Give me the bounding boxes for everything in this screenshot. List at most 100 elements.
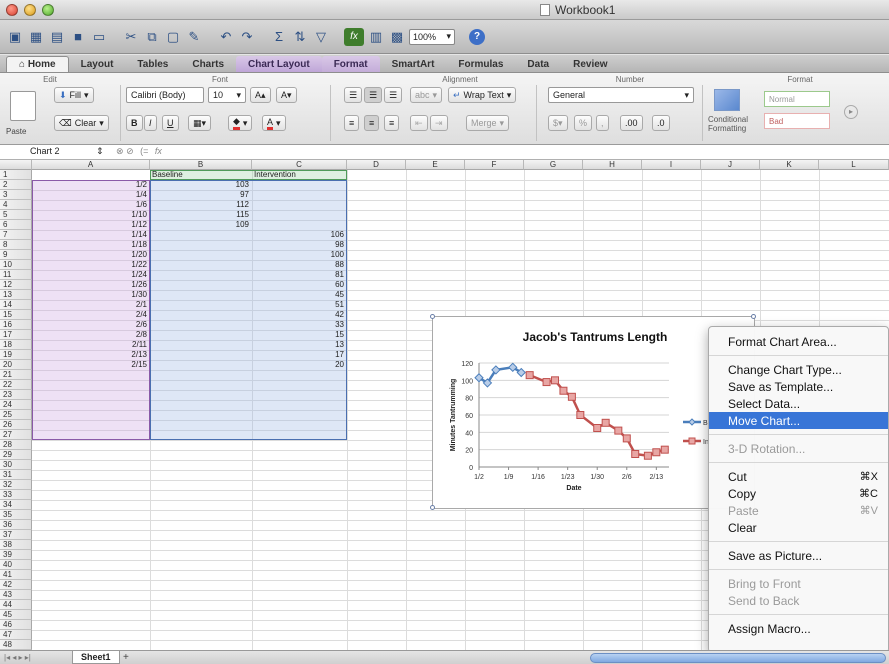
- date-cell[interactable]: 1/6: [34, 200, 150, 210]
- row-header[interactable]: 16: [0, 320, 32, 330]
- date-cell[interactable]: 2/15: [34, 360, 150, 370]
- column-header-h[interactable]: H: [583, 160, 642, 170]
- date-cell[interactable]: 2/11: [34, 340, 150, 350]
- merge-button[interactable]: Merge ▾: [466, 115, 510, 131]
- menu-item-change-chart-type[interactable]: Change Chart Type...: [709, 361, 888, 378]
- styles-scroll-icon[interactable]: ▸: [844, 105, 858, 119]
- row-header[interactable]: 38: [0, 540, 32, 550]
- row-header[interactable]: 4: [0, 200, 32, 210]
- header-cell-intervention[interactable]: Intervention: [254, 170, 347, 180]
- date-cell[interactable]: 1/2: [34, 180, 150, 190]
- horizontal-scrollbar[interactable]: [590, 653, 886, 663]
- row-header[interactable]: 20: [0, 360, 32, 370]
- column-header-j[interactable]: J: [701, 160, 760, 170]
- baseline-cell[interactable]: 109: [152, 220, 252, 230]
- name-box[interactable]: Chart 2 ⇕: [30, 146, 110, 158]
- redo-icon[interactable]: ↷: [238, 28, 256, 46]
- intervention-cell[interactable]: 42: [254, 310, 347, 320]
- align-top-button[interactable]: ☰: [344, 87, 363, 103]
- font-name-select[interactable]: Calibri (Body): [126, 87, 204, 103]
- row-header[interactable]: 44: [0, 600, 32, 610]
- date-cell[interactable]: 1/22: [34, 260, 150, 270]
- row-header[interactable]: 35: [0, 510, 32, 520]
- column-header-e[interactable]: E: [406, 160, 465, 170]
- date-cell[interactable]: 2/13: [34, 350, 150, 360]
- date-cell[interactable]: 1/10: [34, 210, 150, 220]
- menu-item-copy[interactable]: Copy ⌘C: [709, 485, 888, 502]
- tab-layout[interactable]: Layout: [69, 56, 126, 72]
- row-header[interactable]: 2: [0, 180, 32, 190]
- column-header-c[interactable]: C: [252, 160, 347, 170]
- tab-home[interactable]: ⌂ Home: [6, 56, 69, 72]
- row-header[interactable]: 12: [0, 280, 32, 290]
- row-header[interactable]: 13: [0, 290, 32, 300]
- row-header[interactable]: 32: [0, 480, 32, 490]
- row-header[interactable]: 10: [0, 260, 32, 270]
- undo-icon[interactable]: ↶: [217, 28, 235, 46]
- style-bad[interactable]: Bad: [764, 113, 830, 129]
- increase-indent-button[interactable]: ⇥: [430, 115, 448, 131]
- intervention-cell[interactable]: 98: [254, 240, 347, 250]
- resize-handle-top-left[interactable]: [430, 314, 435, 319]
- toolbox-icon[interactable]: ▩: [388, 28, 406, 46]
- row-header[interactable]: 17: [0, 330, 32, 340]
- gallery-icon[interactable]: ▥: [367, 28, 385, 46]
- row-header[interactable]: 26: [0, 420, 32, 430]
- row-header[interactable]: 3: [0, 190, 32, 200]
- equals-icon[interactable]: (=: [140, 146, 148, 156]
- tab-review[interactable]: Review: [561, 56, 619, 72]
- minimize-window-button[interactable]: [24, 4, 36, 16]
- column-header-l[interactable]: L: [819, 160, 889, 170]
- row-header[interactable]: 29: [0, 450, 32, 460]
- date-cell[interactable]: 1/24: [34, 270, 150, 280]
- autosum-icon[interactable]: Σ: [270, 28, 288, 46]
- date-cell[interactable]: 1/26: [34, 280, 150, 290]
- row-header[interactable]: 36: [0, 520, 32, 530]
- percent-button[interactable]: %: [574, 115, 593, 131]
- header-cell-baseline[interactable]: Baseline: [152, 170, 252, 180]
- format-painter-icon[interactable]: ✎: [185, 28, 203, 46]
- increase-decimal-button[interactable]: .00: [620, 115, 643, 131]
- row-header[interactable]: 45: [0, 610, 32, 620]
- row-header[interactable]: 27: [0, 430, 32, 440]
- date-cell[interactable]: 1/18: [34, 240, 150, 250]
- intervention-cell[interactable]: 60: [254, 280, 347, 290]
- font-size-select[interactable]: 10 ▾: [208, 87, 246, 103]
- menu-item-select-data[interactable]: Select Data...: [709, 395, 888, 412]
- baseline-cell[interactable]: 115: [152, 210, 252, 220]
- column-header-f[interactable]: F: [465, 160, 524, 170]
- intervention-cell[interactable]: 20: [254, 360, 347, 370]
- row-header[interactable]: 11: [0, 270, 32, 280]
- row-header[interactable]: 31: [0, 470, 32, 480]
- row-header[interactable]: 42: [0, 580, 32, 590]
- decrease-indent-button[interactable]: ⇤: [410, 115, 428, 131]
- row-header[interactable]: 41: [0, 570, 32, 580]
- date-cell[interactable]: 2/1: [34, 300, 150, 310]
- font-size-decrease-button[interactable]: A▾: [276, 87, 297, 103]
- templates-icon[interactable]: ▦: [27, 28, 45, 46]
- column-header-i[interactable]: I: [642, 160, 701, 170]
- tab-charts[interactable]: Charts: [180, 56, 236, 72]
- tab-formulas[interactable]: Formulas: [446, 56, 515, 72]
- menu-item-format-chart-area[interactable]: Format Chart Area...: [709, 333, 888, 350]
- intervention-cell[interactable]: 33: [254, 320, 347, 330]
- intervention-cell[interactable]: 51: [254, 300, 347, 310]
- row-header[interactable]: 46: [0, 620, 32, 630]
- resize-handle-top-right[interactable]: [751, 314, 756, 319]
- filter-icon[interactable]: ▽: [312, 28, 330, 46]
- clear-button[interactable]: ⌫ Clear ▾: [54, 115, 109, 131]
- row-header[interactable]: 37: [0, 530, 32, 540]
- column-header-k[interactable]: K: [760, 160, 819, 170]
- column-header-a[interactable]: A: [32, 160, 150, 170]
- underline-button[interactable]: U: [162, 115, 179, 131]
- currency-button[interactable]: $▾: [548, 115, 568, 131]
- bold-button[interactable]: B: [126, 115, 143, 131]
- decrease-decimal-button[interactable]: .0: [652, 115, 670, 131]
- date-cell[interactable]: 2/8: [34, 330, 150, 340]
- row-header[interactable]: 43: [0, 590, 32, 600]
- row-header[interactable]: 25: [0, 410, 32, 420]
- row-header[interactable]: 39: [0, 550, 32, 560]
- tab-chart-layout[interactable]: Chart Layout: [236, 56, 322, 72]
- row-header[interactable]: 6: [0, 220, 32, 230]
- style-normal[interactable]: Normal: [764, 91, 830, 107]
